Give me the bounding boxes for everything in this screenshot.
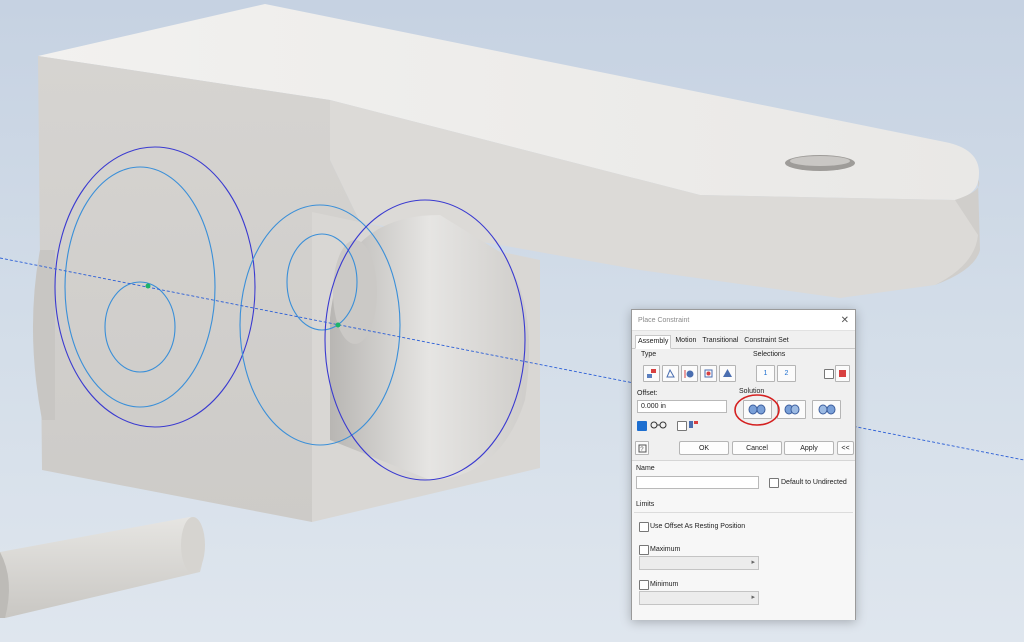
more-button[interactable]: << (837, 441, 854, 455)
offset-field[interactable]: 0.000 in (637, 400, 727, 413)
offset-label: Offset: (637, 390, 658, 397)
dropdown-arrow-icon: ▸ (751, 594, 755, 601)
solution-flush-button[interactable] (777, 400, 806, 419)
pin-part[interactable] (0, 517, 204, 618)
preview-checkbox[interactable] (637, 421, 647, 431)
selection-1-label: 1 (763, 370, 768, 377)
default-undirected-checkbox[interactable] (769, 478, 779, 488)
pick-part-first-icon[interactable] (835, 365, 850, 382)
default-undirected-label: Default to Undirected (781, 479, 847, 486)
use-offset-label: Use Offset As Resting Position (650, 523, 746, 530)
minimum-field[interactable]: ▸ (639, 591, 759, 605)
insert-icon[interactable] (700, 365, 717, 382)
selections-label: Selections (753, 351, 786, 358)
cancel-button[interactable]: Cancel (732, 441, 782, 455)
mate-icon[interactable] (643, 365, 660, 382)
type-label: Type (641, 351, 657, 358)
minimum-checkbox[interactable] (639, 580, 649, 590)
block-front-face[interactable] (38, 56, 360, 522)
dialog-title: Place Constraint (638, 316, 690, 324)
selection-2-label: 2 (784, 370, 789, 377)
apply-button[interactable]: Apply (784, 441, 834, 455)
solution-undirected-button[interactable] (812, 400, 841, 419)
name-label: Name (636, 465, 655, 472)
use-offset-checkbox[interactable] (639, 522, 649, 532)
tab-transitional[interactable]: Transitional (700, 335, 740, 348)
limits-label: Limits (636, 501, 655, 508)
selection-2-button[interactable]: 2 (777, 365, 796, 382)
3d-viewport[interactable] (0, 0, 1024, 642)
place-constraint-dialog: Place Constraint ✕ Assembly Motion Trans… (631, 309, 856, 620)
preview-glasses-icon (649, 418, 669, 430)
minimum-label: Minimum (650, 581, 679, 588)
tab-strip: Assembly Motion Transitional Constraint … (632, 331, 855, 349)
close-icon[interactable]: ✕ (841, 315, 849, 326)
ok-button[interactable]: OK (679, 441, 729, 455)
red-circle-annotation (734, 394, 780, 426)
tab-assembly[interactable]: Assembly (635, 335, 672, 349)
name-field[interactable] (636, 476, 759, 489)
tab-constraint-set[interactable]: Constraint Set (742, 335, 790, 348)
tangent-icon[interactable] (681, 365, 698, 382)
first-occurrence-checkbox[interactable] (824, 369, 834, 379)
maximum-checkbox[interactable] (639, 545, 649, 555)
more-options-panel: Name Default to Undirected Limits Use Of… (632, 460, 855, 620)
selection-1-button[interactable]: 1 (756, 365, 775, 382)
dropdown-arrow-icon: ▸ (751, 559, 755, 566)
maximum-label: Maximum (650, 546, 681, 553)
angle-icon[interactable] (662, 365, 679, 382)
predict-offset-icon (688, 419, 699, 430)
symmetry-icon[interactable] (719, 365, 736, 382)
help-icon[interactable]: ? (635, 441, 649, 455)
maximum-field[interactable]: ▸ (639, 556, 759, 570)
predict-offset-checkbox[interactable] (677, 421, 687, 431)
dialog-titlebar[interactable]: Place Constraint ✕ (632, 310, 855, 331)
tab-motion[interactable]: Motion (673, 335, 698, 348)
